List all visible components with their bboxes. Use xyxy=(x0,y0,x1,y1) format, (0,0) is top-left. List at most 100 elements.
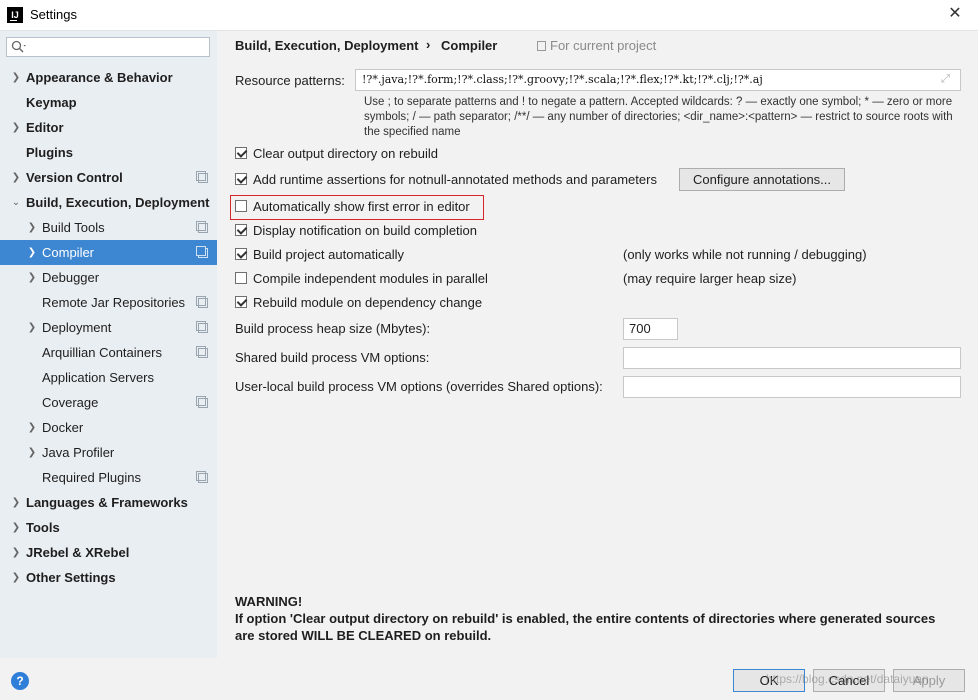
chevron-right-icon: ❯ xyxy=(27,447,37,458)
help-icon[interactable]: ? xyxy=(11,672,29,690)
window-title: Settings xyxy=(30,7,77,22)
sidebar-item-label: Build Tools xyxy=(42,220,105,235)
option-label: Add runtime assertions for notnull-annot… xyxy=(253,172,657,187)
project-scope-icon xyxy=(196,396,208,408)
sidebar-item-label: Deployment xyxy=(42,320,112,335)
breadcrumb-current: Compiler xyxy=(441,38,498,53)
sidebar-item-label: Arquillian Containers xyxy=(42,345,162,360)
option-label: Automatically show first error in editor xyxy=(253,199,470,214)
chevron-right-icon: ❯ xyxy=(11,172,21,183)
option-label: Build project automatically xyxy=(253,247,405,262)
sidebar-item-arquillian-containers[interactable]: Arquillian Containers xyxy=(0,340,217,365)
sidebar-item-label: Version Control xyxy=(26,170,123,185)
chevron-right-icon: ❯ xyxy=(27,322,37,333)
sidebar-item-docker[interactable]: ❯ Docker xyxy=(0,415,217,440)
chevron-right-icon: ❯ xyxy=(11,547,21,558)
sidebar-item-label: Remote Jar Repositories xyxy=(42,295,186,310)
title-bar xyxy=(0,0,978,31)
sidebar-item-build-tools[interactable]: ❯ Build Tools xyxy=(0,215,217,240)
project-scope-icon xyxy=(196,471,208,483)
shared-vm-options-input[interactable] xyxy=(623,347,961,369)
sidebar-item-label: JRebel & XRebel xyxy=(26,545,130,560)
option-label: Clear output directory on rebuild xyxy=(253,146,438,161)
project-scope-icon xyxy=(196,321,208,333)
sidebar-item-version-control[interactable]: ❯ Version Control xyxy=(0,165,217,190)
chevron-right-icon: ❯ xyxy=(27,222,37,233)
scope-label: For current project xyxy=(550,38,657,53)
chevron-right-icon: ❯ xyxy=(27,422,37,433)
option-label: Rebuild module on dependency change xyxy=(253,295,483,310)
sidebar-item-label: Tools xyxy=(26,520,60,535)
search-icon xyxy=(11,40,29,57)
sidebar-item-coverage[interactable]: Coverage xyxy=(0,390,217,415)
project-scope-icon xyxy=(537,41,546,51)
display-notification-checkbox[interactable] xyxy=(235,224,247,236)
sidebar-item-other-settings[interactable]: ❯ Other Settings xyxy=(0,565,217,590)
warning-text: If option 'Clear output directory on reb… xyxy=(235,611,936,643)
project-scope-icon xyxy=(196,221,208,233)
chevron-right-icon: ❯ xyxy=(11,522,21,533)
clear-output-checkbox[interactable] xyxy=(235,147,247,159)
runtime-assertions-checkbox[interactable] xyxy=(235,173,247,185)
chevron-right-icon: ❯ xyxy=(11,572,21,583)
project-scope-icon xyxy=(196,296,208,308)
project-scope-icon xyxy=(196,246,208,258)
sidebar-item-appearance-behavior[interactable]: ❯ Appearance & Behavior xyxy=(0,65,217,90)
project-scope-icon xyxy=(196,346,208,358)
option-label: Display notification on build completion xyxy=(253,223,478,238)
warning-title: WARNING! xyxy=(235,594,303,609)
compile-parallel-checkbox[interactable] xyxy=(235,272,247,284)
heap-size-input[interactable]: 700 xyxy=(623,318,678,340)
build-automatically-checkbox[interactable] xyxy=(235,248,247,260)
sidebar-item-languages-frameworks[interactable]: ❯ Languages & Frameworks xyxy=(0,490,217,515)
breadcrumb-parent[interactable]: Build, Execution, Deployment xyxy=(235,38,418,53)
sidebar-item-label: Debugger xyxy=(42,270,100,285)
sidebar-item-tools[interactable]: ❯ Tools xyxy=(0,515,217,540)
sidebar-item-label: Required Plugins xyxy=(42,470,142,485)
sidebar-item-label: Compiler xyxy=(42,245,95,260)
resource-patterns-hint: Use ; to separate patterns and ! to nega… xyxy=(364,96,953,138)
sidebar-item-required-plugins[interactable]: Required Plugins xyxy=(0,465,217,490)
intellij-app-icon: IJ xyxy=(7,7,23,23)
chevron-right-icon: ❯ xyxy=(11,497,21,508)
sidebar-item-label: Plugins xyxy=(26,145,73,160)
project-scope-icon xyxy=(196,171,208,183)
sidebar-item-label: Other Settings xyxy=(26,570,116,585)
sidebar-item-editor[interactable]: ❯ Editor xyxy=(0,115,217,140)
sidebar-item-label: Appearance & Behavior xyxy=(26,70,173,85)
sidebar-item-label: Docker xyxy=(42,420,84,435)
close-icon[interactable]: ✕ xyxy=(946,5,964,23)
option-label: Compile independent modules in parallel xyxy=(253,271,488,286)
heap-size-label: Build process heap size (Mbytes): xyxy=(235,321,431,336)
sidebar-item-label: Editor xyxy=(26,120,64,135)
local-vm-options-input[interactable] xyxy=(623,376,961,398)
chevron-right-icon: ❯ xyxy=(11,122,21,133)
sidebar-item-keymap[interactable]: Keymap xyxy=(0,90,217,115)
resource-patterns-input[interactable]: !?*.java;!?*.form;!?*.class;!?*.groovy;!… xyxy=(355,69,961,91)
resource-patterns-label: Resource patterns: xyxy=(235,73,345,88)
sidebar-item-label: Build, Execution, Deployment xyxy=(26,195,210,210)
sidebar-item-label: Coverage xyxy=(42,395,99,410)
rebuild-dependency-checkbox[interactable] xyxy=(235,296,247,308)
sidebar-item-label: Keymap xyxy=(26,95,77,110)
shared-vm-options-label: Shared build process VM options: xyxy=(235,350,430,365)
expand-icon[interactable]: ⤢ xyxy=(941,73,950,86)
chevron-right-icon: ❯ xyxy=(27,272,37,283)
sidebar-item-application-servers[interactable]: Application Servers xyxy=(0,365,217,390)
sidebar-item-plugins[interactable]: Plugins xyxy=(0,140,217,165)
chevron-right-icon: ❯ xyxy=(27,247,37,258)
sidebar-item-compiler[interactable]: ❯ Compiler xyxy=(0,240,217,265)
settings-search-input[interactable] xyxy=(6,37,210,57)
configure-annotations-button[interactable]: Configure annotations... xyxy=(679,168,845,191)
sidebar-item-deployment[interactable]: ❯ Deployment xyxy=(0,315,217,340)
sidebar-item-build-execution-deployment[interactable]: ⌄ Build, Execution, Deployment xyxy=(0,190,217,215)
breadcrumb-separator: › xyxy=(426,37,431,52)
chevron-down-icon: ⌄ xyxy=(11,197,21,208)
sidebar-item-debugger[interactable]: ❯ Debugger xyxy=(0,265,217,290)
sidebar-item-java-profiler[interactable]: ❯ Java Profiler xyxy=(0,440,217,465)
sidebar-item-jrebel-xrebel[interactable]: ❯ JRebel & XRebel xyxy=(0,540,217,565)
auto-show-error-checkbox[interactable] xyxy=(235,200,247,212)
local-vm-options-label: User-local build process VM options (ove… xyxy=(235,379,603,394)
sidebar-item-remote-jar-repositories[interactable]: Remote Jar Repositories xyxy=(0,290,217,315)
sidebar-item-label: Languages & Frameworks xyxy=(26,495,188,510)
